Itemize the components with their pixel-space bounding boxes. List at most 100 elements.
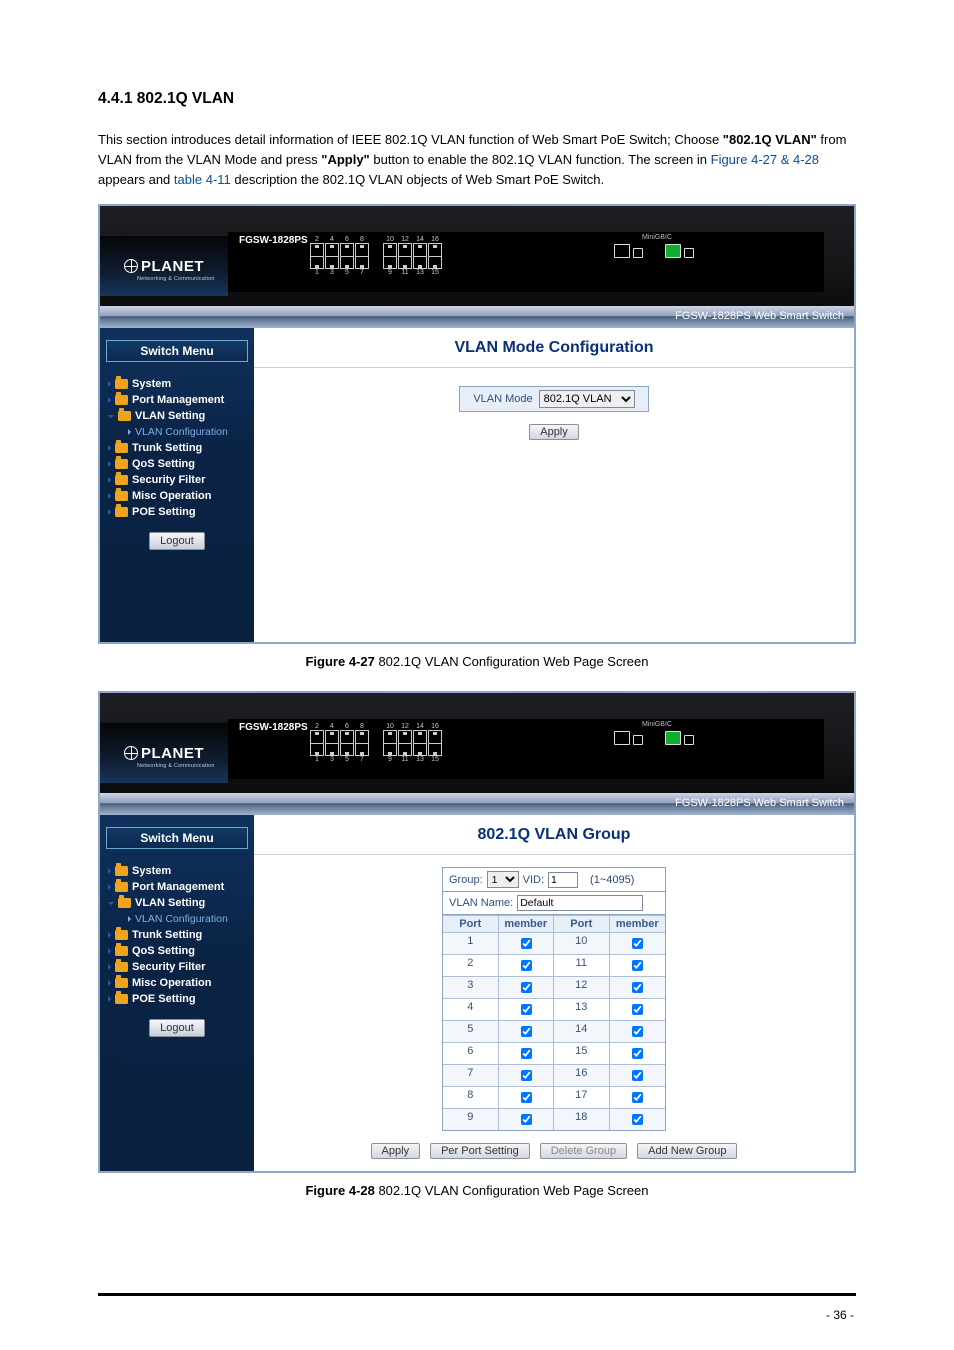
member-cell — [610, 1086, 666, 1108]
table-header-port: Port — [554, 915, 610, 932]
port-num: 2 — [310, 723, 324, 730]
vlan-name-input[interactable] — [517, 895, 643, 911]
member-checkbox[interactable] — [632, 1026, 643, 1037]
brand-name: PLANET — [141, 745, 204, 762]
port-num: 15 — [428, 756, 442, 763]
member-cell — [610, 1042, 666, 1064]
sidebar-item-misc[interactable]: Misc Operation — [108, 490, 248, 502]
add-new-group-button[interactable]: Add New Group — [637, 1143, 737, 1159]
per-port-setting-button[interactable]: Per Port Setting — [430, 1143, 530, 1159]
sidebar-item-vlan-setting[interactable]: VLAN Setting — [108, 897, 248, 909]
sidebar-item-port-mgmt[interactable]: Port Management — [108, 881, 248, 893]
sidebar-item-misc[interactable]: Misc Operation — [108, 977, 248, 989]
sidebar-item-qos[interactable]: QoS Setting — [108, 945, 248, 957]
sidebar-subitem-label: VLAN Configuration — [135, 913, 228, 925]
member-checkbox[interactable] — [521, 1070, 532, 1081]
member-checkbox[interactable] — [521, 1026, 532, 1037]
vlan-name-label: VLAN Name: — [449, 897, 513, 909]
vlan-mode-select[interactable]: 802.1Q VLAN — [539, 390, 635, 408]
delete-group-button[interactable]: Delete Group — [540, 1143, 627, 1159]
sidebar-item-qos[interactable]: QoS Setting — [108, 458, 248, 470]
member-checkbox[interactable] — [632, 960, 643, 971]
member-checkbox[interactable] — [521, 1004, 532, 1015]
port-cell: 11 — [554, 954, 610, 976]
member-checkbox[interactable] — [521, 1114, 532, 1125]
table-header-port: Port — [443, 915, 499, 932]
brand-name: PLANET — [141, 258, 204, 275]
table-row: 110 — [443, 932, 665, 954]
footer-divider — [98, 1293, 856, 1296]
table-header-member: member — [610, 915, 666, 932]
sidebar-subitem-vlan-config[interactable]: VLAN Configuration — [128, 426, 248, 438]
table-row: 413 — [443, 998, 665, 1020]
chevron-right-icon — [108, 932, 111, 938]
sidebar-item-label: QoS Setting — [132, 458, 195, 470]
sidebar-item-system[interactable]: System — [108, 378, 248, 390]
member-checkbox[interactable] — [632, 938, 643, 949]
page-number: - 36 - — [826, 1308, 854, 1322]
sidebar-item-trunk[interactable]: Trunk Setting — [108, 442, 248, 454]
port-num: 15 — [428, 269, 442, 276]
sidebar-item-security[interactable]: Security Filter — [108, 474, 248, 486]
port-cell: 7 — [443, 1064, 499, 1086]
port-num: 6 — [340, 723, 354, 730]
globe-icon — [124, 259, 138, 273]
sidebar-item-trunk[interactable]: Trunk Setting — [108, 929, 248, 941]
sidebar-subitem-vlan-config[interactable]: VLAN Configuration — [128, 913, 248, 925]
vlan-mode-box: VLAN Mode 802.1Q VLAN — [459, 386, 649, 412]
sidebar-item-label: Trunk Setting — [132, 929, 202, 941]
section-intro: This section introduces detail informati… — [98, 130, 856, 190]
member-checkbox[interactable] — [632, 1004, 643, 1015]
member-checkbox[interactable] — [632, 1114, 643, 1125]
sidebar-item-vlan-setting[interactable]: VLAN Setting — [108, 410, 248, 422]
sidebar-item-label: Security Filter — [132, 961, 205, 973]
member-cell — [499, 954, 555, 976]
member-cell — [499, 1020, 555, 1042]
member-checkbox[interactable] — [521, 960, 532, 971]
member-checkbox[interactable] — [632, 1048, 643, 1059]
member-cell — [499, 976, 555, 998]
port-num: 7 — [355, 269, 369, 276]
member-checkbox[interactable] — [521, 938, 532, 949]
logout-button[interactable]: Logout — [149, 532, 205, 550]
vid-input[interactable] — [548, 872, 578, 888]
chevron-right-icon — [108, 493, 111, 499]
member-checkbox[interactable] — [632, 982, 643, 993]
sidebar-item-port-mgmt[interactable]: Port Management — [108, 394, 248, 406]
screenshot-1: PLANET Networking & Communication FGSW-1… — [98, 204, 856, 644]
apply-button[interactable]: Apply — [529, 424, 579, 440]
port-num: 10 — [383, 236, 397, 243]
intro-text: description the 802.1Q VLAN objects of W… — [234, 172, 604, 187]
port-cell: 5 — [443, 1020, 499, 1042]
member-checkbox[interactable] — [521, 982, 532, 993]
member-checkbox[interactable] — [521, 1048, 532, 1059]
port-cell: 18 — [554, 1108, 610, 1130]
port-num: 14 — [413, 723, 427, 730]
sidebar-item-poe[interactable]: POE Setting — [108, 993, 248, 1005]
sidebar-item-label: Trunk Setting — [132, 442, 202, 454]
sidebar-item-system[interactable]: System — [108, 865, 248, 877]
figure-28-caption: Figure 4-28 802.1Q VLAN Configuration We… — [98, 1183, 856, 1198]
folder-icon — [115, 930, 128, 940]
device-header: PLANET Networking & Communication FGSW-1… — [100, 206, 854, 306]
intro-link-figure[interactable]: Figure 4-27 & 4-28 — [711, 152, 819, 167]
group-select[interactable]: 1 — [487, 871, 519, 888]
logout-button[interactable]: Logout — [149, 1019, 205, 1037]
device-model-label: FGSW-1828PS — [239, 722, 308, 733]
group-label: Group: — [449, 874, 483, 886]
sidebar-item-label: Port Management — [132, 881, 224, 893]
sidebar-item-security[interactable]: Security Filter — [108, 961, 248, 973]
member-checkbox[interactable] — [632, 1070, 643, 1081]
port-num: 2 — [310, 236, 324, 243]
table-row: 615 — [443, 1042, 665, 1064]
intro-link-table[interactable]: table 4-11 — [174, 172, 231, 187]
brand-logo: PLANET Networking & Communication — [100, 236, 228, 296]
intro-text: This section introduces detail informati… — [98, 132, 723, 147]
folder-icon — [115, 507, 128, 517]
member-cell — [610, 932, 666, 954]
apply-button[interactable]: Apply — [371, 1143, 421, 1159]
member-cell — [610, 976, 666, 998]
member-checkbox[interactable] — [521, 1092, 532, 1103]
member-checkbox[interactable] — [632, 1092, 643, 1103]
sidebar-item-poe[interactable]: POE Setting — [108, 506, 248, 518]
